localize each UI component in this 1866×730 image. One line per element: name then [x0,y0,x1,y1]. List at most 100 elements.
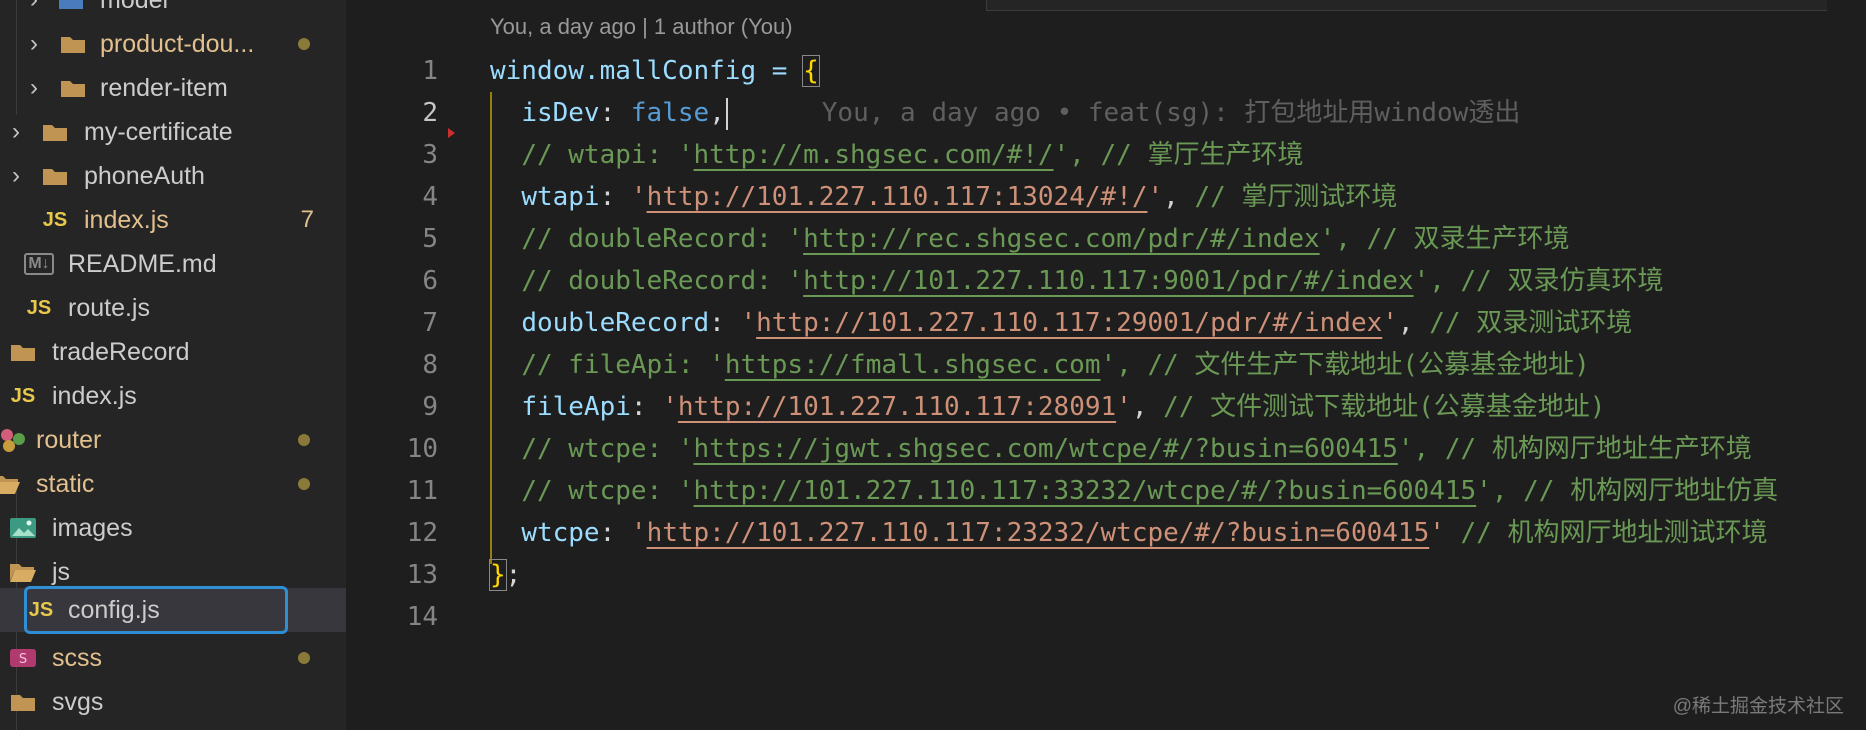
line-number: 11 [406,476,438,506]
chevron-right-icon: › [30,74,38,101]
code-line[interactable]: 4 wtapi: 'http://101.227.110.117:13024/#… [346,176,1866,218]
url-link: https://fmall.shgsec.com [724,350,1101,380]
tree-item-index-js-2[interactable]: JS index.js [0,374,346,418]
code-text: // wtcpe: 'http://101.227.110.117:33232/… [521,476,1779,506]
line-number: 14 [406,602,438,632]
markdown-file-icon: M↓ [24,250,54,278]
tree-item-label: product-dou... [100,29,255,58]
code-line[interactable]: 9 fileApi: 'http://101.227.110.117:28091… [346,386,1866,428]
url-link: http://101.227.110.117:9001/pdr/#/index [803,266,1414,296]
code-editor[interactable]: You, a day ago | 1 author (You) 1 window… [346,0,1866,730]
folder-open-icon [0,470,22,498]
tree-item-render-item[interactable]: › render-item [0,66,346,110]
folder-icon [8,338,38,366]
line-number: 9 [422,392,438,422]
line-number: 10 [406,434,438,464]
url-link: http://101.227.110.117:13024/#!/ [646,182,1148,212]
code-text: wtcpe: 'http://101.227.110.117:23232/wtc… [521,518,1768,548]
tree-item-scss[interactable]: S scss [0,636,346,680]
code-line[interactable]: 12 wtcpe: 'http://101.227.110.117:23232/… [346,512,1866,554]
code-line[interactable]: 8 // fileApi: 'https://fmall.shgsec.com'… [346,344,1866,386]
tree-item-label: svgs [52,687,104,716]
modified-dot [298,652,310,664]
folder-icon [40,118,70,146]
chevron-right-icon: › [12,162,20,189]
codelens-authors[interactable]: You, a day ago | 1 author (You) [490,14,793,40]
code-text: }; [489,559,522,591]
javascript-file-icon: JS [42,208,68,231]
folder-icon [8,688,38,716]
tree-item-label: phoneAuth [84,161,205,190]
code-text: window.mallConfig = { [490,55,820,87]
selection-highlight-box [24,586,288,634]
tree-item-static[interactable]: static [0,462,346,506]
tree-item-label: tradeRecord [52,337,190,366]
chevron-right-icon: › [24,0,44,15]
url-link: http://rec.shgsec.com/pdr/#/index [803,224,1320,254]
tree-item-route-js[interactable]: JS route.js [0,286,346,330]
code-text: doubleRecord: 'http://101.227.110.117:29… [521,308,1633,338]
tree-item-label: my-certificate [84,117,233,146]
git-blame-annotation: You, a day ago • feat(sg): 打包地址用window透出 [821,98,1521,128]
code-line[interactable]: 1 window.mallConfig = { [346,50,1866,92]
router-folder-icon [0,426,28,454]
code-line[interactable]: 6 // doubleRecord: 'http://101.227.110.1… [346,260,1866,302]
url-link: https://jgwt.shgsec.com/wtcpe/#/?busin=6… [693,434,1398,464]
line-number: 4 [422,182,438,212]
tree-item-label: index.js [52,381,137,410]
tree-item-index-js[interactable]: JS index.js 7 [0,198,346,242]
tree-item-label: render-item [100,73,228,102]
url-link: http://101.227.110.117:33232/wtcpe/#/?bu… [693,476,1477,506]
tree-item-label: model [100,0,168,15]
line-number: 13 [406,560,438,590]
code-text: // fileApi: 'https://fmall.shgsec.com', … [521,350,1590,380]
tree-item-images[interactable]: images [0,506,346,550]
text-cursor [725,97,728,130]
tree-item-router[interactable]: router [0,418,346,462]
chevron-right-icon: › [30,30,38,57]
tree-item-phoneauth[interactable]: › phoneAuth [0,154,346,198]
folder-icon [40,162,70,190]
code-line[interactable]: 7 doubleRecord: 'http://101.227.110.117:… [346,302,1866,344]
code-line[interactable]: 14 [346,596,1866,638]
code-text: // doubleRecord: 'http://rec.shgsec.com/… [521,224,1570,254]
tree-item-traderecord[interactable]: tradeRecord [0,330,346,374]
code-line[interactable]: 11 // wtcpe: 'http://101.227.110.117:332… [346,470,1866,512]
tree-item-product-dou[interactable]: › product-dou... [0,22,346,66]
line-number: 3 [422,140,438,170]
url-link: http://m.shgsec.com/#!/ [693,140,1054,170]
code-line[interactable]: 3 // wtapi: 'http://m.shgsec.com/#!/', /… [346,134,1866,176]
code-line[interactable]: 5 // doubleRecord: 'http://rec.shgsec.co… [346,218,1866,260]
tree-item-label: index.js [84,205,169,234]
tree-item-model[interactable]: › model [0,0,346,22]
line-number: 1 [422,56,438,86]
code-text: // wtcpe: 'https://jgwt.shgsec.com/wtcpe… [521,434,1752,464]
folder-open-icon [8,558,38,586]
code-line[interactable]: 13 }; [346,554,1866,596]
tree-item-my-certificate[interactable]: › my-certificate [0,110,346,154]
widget-overlay [986,0,1827,11]
scss-folder-icon: S [8,644,38,672]
problem-count-badge: 7 [300,206,314,233]
modified-dot [298,434,310,446]
line-number: 12 [406,518,438,548]
code-text: // wtapi: 'http://m.shgsec.com/#!/', // … [521,140,1304,170]
code-text: fileApi: 'http://101.227.110.117:28091',… [521,392,1606,422]
modified-dot [298,38,310,50]
tree-item-label: images [52,513,133,542]
explorer-sidebar: › model › product-dou... › render-item ›… [0,0,346,730]
code-line[interactable]: 10 // wtcpe: 'https://jgwt.shgsec.com/wt… [346,428,1866,470]
watermark: @稀土掘金技术社区 [1672,696,1844,717]
line-number: 6 [422,266,438,296]
code-line-active[interactable]: 2 isDev: false, You, a day ago • feat(sg… [346,92,1866,134]
code-text: // doubleRecord: 'http://101.227.110.117… [521,266,1664,296]
tree-item-label: route.js [68,293,150,322]
tree-item-label: README.md [68,249,217,278]
line-number: 5 [422,224,438,254]
tree-item-svgs[interactable]: svgs [0,680,346,724]
chevron-right-icon: › [12,118,20,145]
code-text: isDev: false, You, a day ago • feat(sg):… [521,97,1521,130]
tree-item-readme[interactable]: M↓ README.md [0,242,346,286]
line-number: 2 [422,98,438,128]
modified-dot [298,478,310,490]
